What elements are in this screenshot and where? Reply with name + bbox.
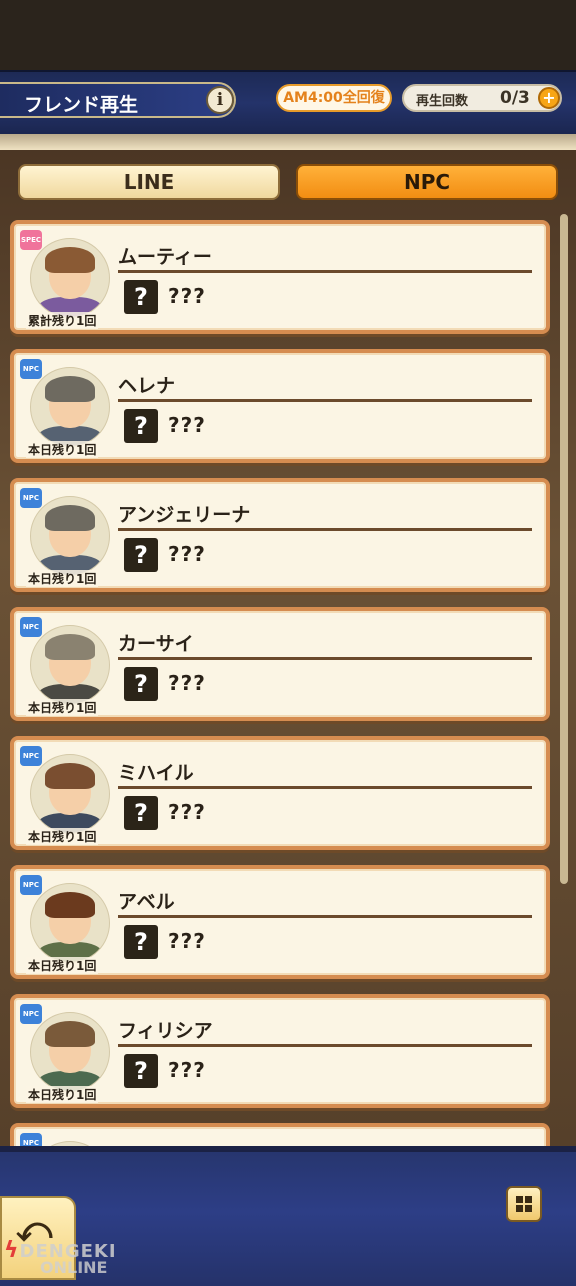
status-bar [0,0,576,70]
unknown-status-text: ??? [168,1058,206,1082]
divider-line [118,786,532,789]
npc-type-badge: NPC [20,1004,42,1024]
npc-type-badge: NPC [20,875,42,895]
npc-card[interactable]: NPC 本日残り1回 アンジェリーナ???? [10,478,550,592]
unknown-status-text: ??? [168,671,206,695]
replay-count-label: 再生回数 [416,94,469,109]
remaining-count: 累計残り1回 [26,312,99,329]
logo-mark-icon: ϟ [4,1238,20,1263]
title-plate: フレンド再生 [0,82,236,118]
watermark-subtext: ONLINE [40,1258,108,1277]
npc-card[interactable]: SPEC 累計残り1回 ムーティー???? [10,220,550,334]
npc-type-badge: NPC [20,359,42,379]
remaining-count: 本日残り1回 [26,828,99,845]
replay-count-box: 再生回数 0/3 + [402,84,562,112]
npc-portrait [30,883,110,963]
unknown-icon: ? [124,538,158,572]
plus-icon[interactable]: + [538,87,560,109]
npc-name: ミハイル [118,762,194,784]
remaining-count: 本日残り1回 [26,441,99,458]
npc-card[interactable]: NPC 本日残り1回 カーサイ???? [10,607,550,721]
page-title: フレンド再生 [24,94,139,116]
npc-type-badge: NPC [20,488,42,508]
npc-name: アベル [118,891,175,913]
npc-portrait [30,625,110,705]
tab-npc[interactable]: NPC [296,164,558,200]
grid-icon [516,1196,532,1212]
npc-portrait [30,1012,110,1092]
unknown-icon: ? [124,796,158,830]
npc-card[interactable]: NPC 本日残り1回 アベル???? [10,865,550,979]
remaining-count: 本日残り1回 [26,570,99,587]
npc-name: フィリシア [118,1020,213,1042]
replay-count-value: 0/3 [500,88,530,108]
info-icon[interactable]: i [206,86,234,114]
remaining-count: 本日残り1回 [26,699,99,716]
npc-name: アンジェリーナ [118,504,251,526]
unknown-icon: ? [124,667,158,701]
npc-name: カーサイ [118,633,194,655]
unknown-icon: ? [124,280,158,314]
scrollbar[interactable] [560,214,568,884]
unknown-status-text: ??? [168,800,206,824]
remaining-count: 本日残り1回 [26,1086,99,1103]
unknown-status-text: ??? [168,929,206,953]
remaining-count: 本日残り1回 [26,957,99,974]
header-divider [0,134,576,150]
npc-portrait [30,754,110,834]
divider-line [118,915,532,918]
tab-line[interactable]: LINE [18,164,280,200]
unknown-icon: ? [124,409,158,443]
divider-line [118,270,532,273]
friend-list-panel[interactable]: LINE NPC SPEC 累計残り1回 ムーティー???? NPC 本日残り1回 ヘレナ… [0,150,576,1146]
menu-grid-button[interactable] [506,1186,542,1222]
npc-type-badge: SPEC [20,230,42,250]
npc-type-badge: NPC [20,746,42,766]
divider-line [118,657,532,660]
unknown-status-text: ??? [168,413,206,437]
npc-card[interactable]: NPC 本日残り1回 ヘレナ???? [10,349,550,463]
npc-type-badge: NPC [20,1133,42,1146]
reset-time-badge: AM4:00全回復 [276,84,392,112]
npc-name: ムーティー [118,246,212,268]
divider-line [118,399,532,402]
unknown-status-text: ??? [168,542,206,566]
npc-name: ヘレナ [118,375,176,397]
npc-type-badge: NPC [20,617,42,637]
divider-line [118,1044,532,1047]
npc-card[interactable]: NPC [10,1123,550,1146]
unknown-icon: ? [124,925,158,959]
npc-portrait [30,367,110,447]
npc-portrait [30,238,110,318]
divider-line [118,528,532,531]
npc-portrait [30,496,110,576]
unknown-status-text: ??? [168,284,206,308]
unknown-icon: ? [124,1054,158,1088]
npc-card[interactable]: NPC 本日残り1回 ミハイル???? [10,736,550,850]
npc-card[interactable]: NPC 本日残り1回 フィリシア???? [10,994,550,1108]
